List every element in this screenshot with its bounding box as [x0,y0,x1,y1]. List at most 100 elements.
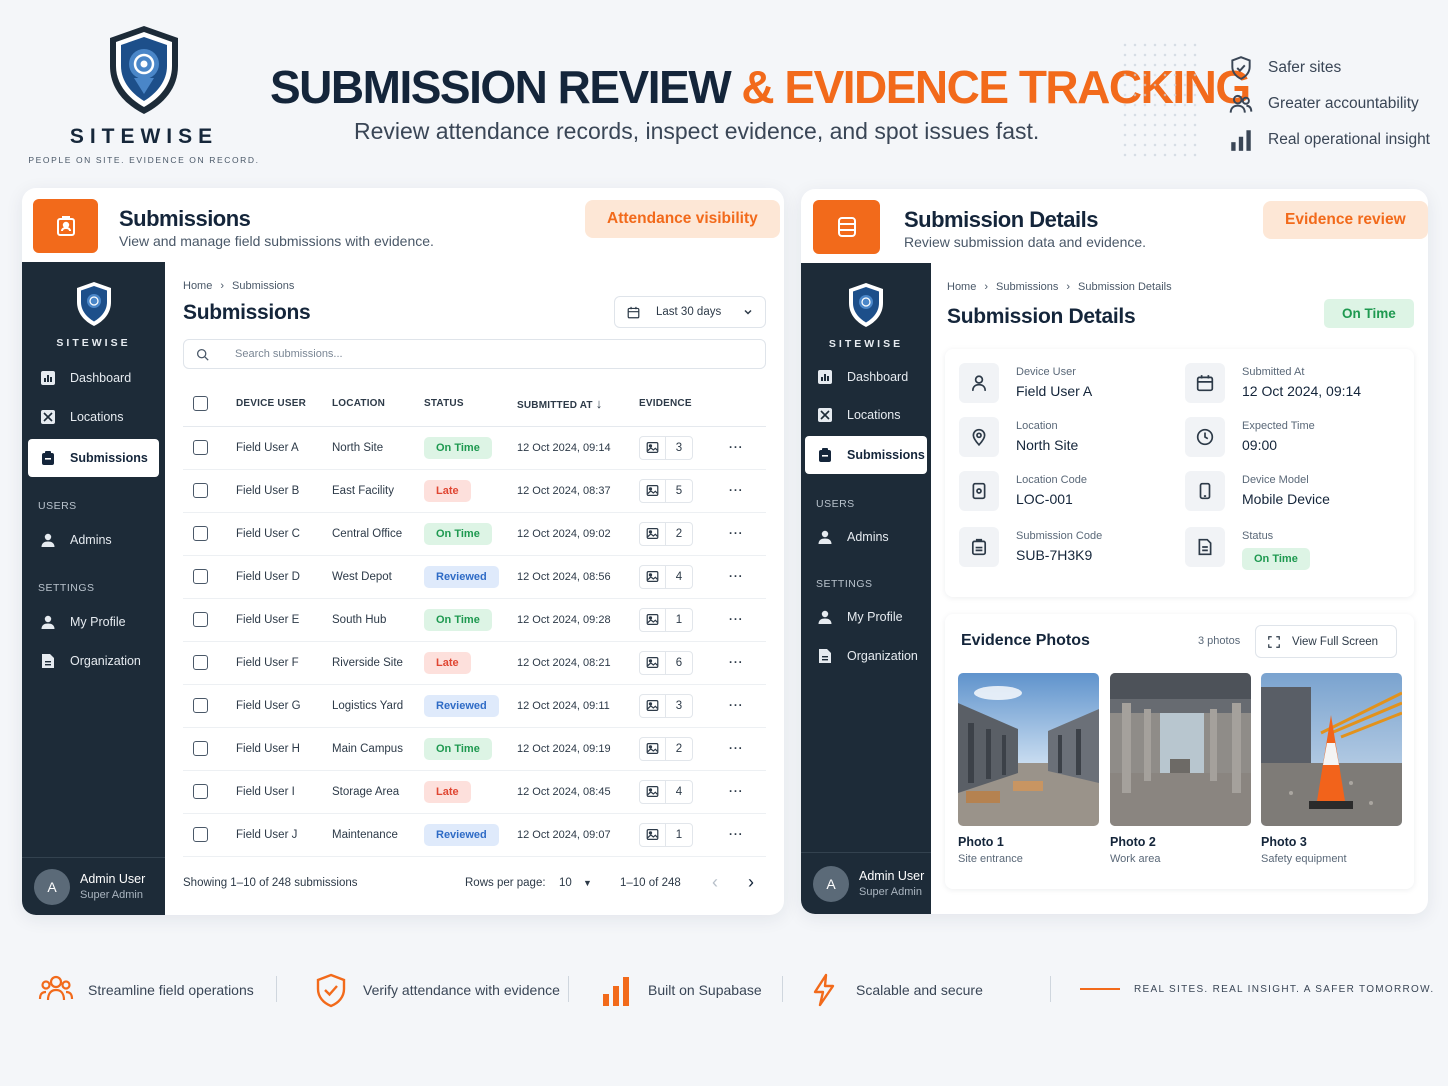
breadcrumb-current: Submissions [232,280,295,292]
select-all-checkbox-cell[interactable] [183,382,236,427]
sidebar-item-submissions[interactable]: Submissions [28,439,159,477]
date-filter-dropdown[interactable]: Last 30 days [614,296,766,328]
sidebar-item-profile[interactable]: My Profile [28,603,159,641]
row-checkbox[interactable] [193,698,208,713]
breadcrumb-home[interactable]: Home [947,281,976,293]
evidence-button[interactable]: 3 [639,693,693,718]
row-checkbox[interactable] [193,526,208,541]
table-row[interactable]: Field User E South Hub On Time 12 Oct 2024,… [183,598,766,642]
sidebar-item-locations[interactable]: Locations [805,396,927,434]
sidebar-item-profile[interactable]: My Profile [805,598,927,636]
row-checkbox[interactable] [193,440,208,455]
evidence-button[interactable]: 2 [639,736,693,761]
breadcrumb-home[interactable]: Home [183,280,212,292]
table-header-row: DEVICE USER LOCATION STATUS SUBMITTED AT… [183,382,766,427]
shield-logo-icon [849,283,883,327]
more-options-icon[interactable]: ··· [729,571,744,583]
more-options-icon[interactable]: ··· [729,485,744,497]
row-checkbox-cell[interactable] [183,512,236,556]
row-checkbox[interactable] [193,741,208,756]
sidebar-item-dashboard[interactable]: Dashboard [28,359,159,397]
table-row[interactable]: Field User B East Facility Late 12 Oct 2024… [183,469,766,513]
users-icon [1229,94,1253,113]
status-badge: Reviewed [424,823,499,846]
evidence-photo-2[interactable]: Photo 2 Work area [1110,673,1251,865]
breadcrumb-submissions[interactable]: Submissions [996,281,1058,293]
table-row[interactable]: Field User G Logistics Yard Reviewed 12 Oct… [183,684,766,728]
more-options-icon[interactable]: ··· [729,657,744,669]
sidebar-item-admins[interactable]: Admins [28,521,159,559]
table-row[interactable]: Field User D West Depot Reviewed 12 Oct 202… [183,555,766,599]
more-options-icon[interactable]: ··· [729,829,744,841]
table-row[interactable]: Field User C Central Office On Time 12 Oct … [183,512,766,556]
row-checkbox-cell[interactable] [183,727,236,771]
field-value: SUB-7H3K9 [1016,547,1093,563]
work-area-image[interactable] [1110,673,1251,826]
sidebar-user[interactable]: A Admin User Super Admin [22,857,165,915]
table-row[interactable]: Field User A North Site On Time 12 Oct 2024… [183,426,766,470]
cell-evidence: 5 [639,469,729,513]
evidence-button[interactable]: 2 [639,521,693,546]
evidence-button[interactable]: 4 [639,779,693,804]
cell-evidence: 1 [639,598,729,642]
next-page-button[interactable]: › [748,872,754,893]
more-options-icon[interactable]: ··· [729,614,744,626]
col-submitted-at[interactable]: SUBMITTED AT ↓ [517,382,639,427]
rows-per-page-select[interactable]: 10 ▼ [559,877,592,889]
row-checkbox[interactable] [193,569,208,584]
table-row[interactable]: Field User F Riverside Site Late 12 Oct 202… [183,641,766,685]
site-entrance-image[interactable] [958,673,1099,826]
col-status[interactable]: STATUS [424,382,517,427]
table-row[interactable]: Field User I Storage Area Late 12 Oct 2024,… [183,770,766,814]
evidence-button[interactable]: 4 [639,564,693,589]
sidebar-item-admins[interactable]: Admins [805,518,927,556]
row-checkbox[interactable] [193,784,208,799]
clipboard-icon [42,451,54,465]
evidence-button[interactable]: 3 [639,435,693,460]
more-options-icon[interactable]: ··· [729,786,744,798]
search-input[interactable]: Search submissions... [183,339,766,369]
evidence-button[interactable]: 1 [639,607,693,632]
row-checkbox-cell[interactable] [183,426,236,470]
more-options-icon[interactable]: ··· [729,743,744,755]
row-checkbox-cell[interactable] [183,813,236,857]
evidence-photo-3[interactable]: Photo 3 Safety equipment [1261,673,1402,865]
col-evidence[interactable]: EVIDENCE [639,382,729,427]
sidebar-item-dashboard[interactable]: Dashboard [805,358,927,396]
sidebar-item-organization[interactable]: Organization [28,642,159,680]
table-row[interactable]: Field User H Main Campus On Time 12 Oct 202… [183,727,766,771]
col-location[interactable]: LOCATION [332,382,424,427]
more-options-icon[interactable]: ··· [729,700,744,712]
row-checkbox[interactable] [193,827,208,842]
sidebar-item-locations[interactable]: Locations [28,398,159,436]
col-device-user[interactable]: DEVICE USER [236,382,332,427]
row-checkbox-cell[interactable] [183,770,236,814]
row-checkbox-cell[interactable] [183,555,236,599]
row-checkbox-cell[interactable] [183,684,236,728]
view-full-screen-button[interactable]: View Full Screen [1255,625,1397,658]
more-options-icon[interactable]: ··· [729,442,744,454]
sidebar-user[interactable]: A Admin User Super Admin [801,852,931,914]
row-checkbox-cell[interactable] [183,598,236,642]
more-options-icon[interactable]: ··· [729,528,744,540]
sidebar-item-submissions[interactable]: Submissions [805,436,927,474]
select-all-checkbox[interactable] [193,396,208,412]
evidence-photo-1[interactable]: Photo 1 Site entrance [958,673,1099,865]
row-checkbox[interactable] [193,655,208,670]
table-row[interactable]: Field User J Maintenance Reviewed 12 Oct 20… [183,813,766,857]
evidence-button[interactable]: 6 [639,650,693,675]
row-checkbox[interactable] [193,612,208,627]
sidebar-section-settings: SETTINGS [38,582,95,594]
submissions-table: DEVICE USER LOCATION STATUS SUBMITTED AT… [183,382,766,857]
evidence-button[interactable]: 1 [639,822,693,847]
cell-status: Reviewed [424,684,517,728]
cell-location: Storage Area [332,770,424,814]
prev-page-button[interactable]: ‹ [712,872,718,893]
sidebar-item-organization[interactable]: Organization [805,637,927,675]
evidence-button[interactable]: 5 [639,478,693,503]
row-checkbox[interactable] [193,483,208,498]
row-checkbox-cell[interactable] [183,641,236,685]
row-checkbox-cell[interactable] [183,469,236,513]
safety-equipment-image[interactable] [1261,673,1402,826]
status-badge: On Time [424,522,492,545]
